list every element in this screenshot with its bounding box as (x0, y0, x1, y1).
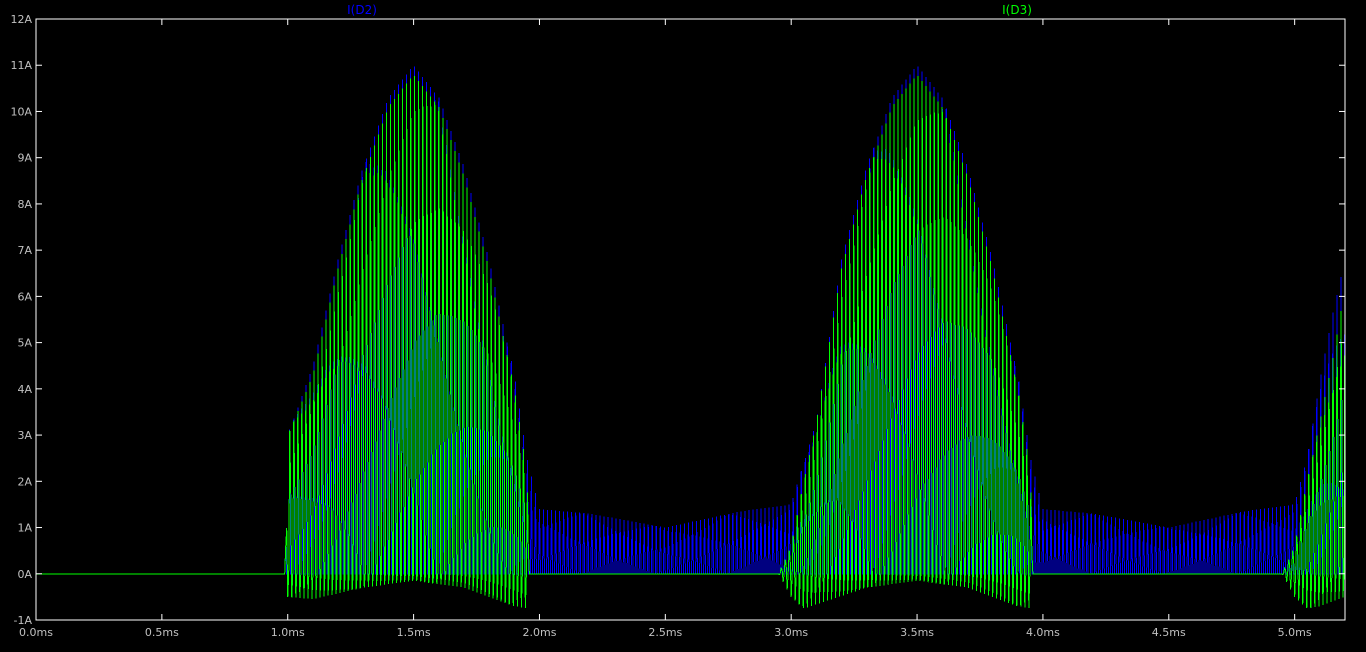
y-tick-label: 7A (17, 244, 32, 257)
y-tick-label: 0A (17, 568, 32, 581)
y-tick-label: 8A (17, 198, 32, 211)
y-tick-label: 2A (17, 475, 32, 488)
y-tick-label: 12A (10, 13, 32, 26)
x-tick-label: 5.0ms (1278, 626, 1312, 639)
y-tick-label: 3A (17, 429, 32, 442)
y-tick-label: 6A (17, 290, 32, 303)
x-tick-label: 4.5ms (1152, 626, 1186, 639)
x-tick-label: 2.0ms (522, 626, 556, 639)
waveform-plot: -1A 0A 1A 2A 3A 4A 5A 6A 7A 8A 9A 10A 11A 12A 0.0ms 0.5… (0, 0, 1366, 648)
x-tick-label: 3.0ms (774, 626, 808, 639)
x-tick-label: 4.0ms (1026, 626, 1060, 639)
x-tick-label: 0.0ms (19, 626, 53, 639)
y-tick-label: 4A (17, 383, 32, 396)
chart-svg: -1A0A1A2A3A4A5A6A7A8A9A10A11A12A0.0ms 0.5… (0, 0, 1366, 648)
x-tick-label: 1.0ms (271, 626, 305, 639)
y-tick-label: 10A (10, 105, 32, 118)
y-tick-label: 11A (10, 59, 32, 72)
x-tick-label: 0.5ms (145, 626, 179, 639)
y-tick-label: 5A (17, 337, 32, 350)
y-tick-label: 9A (17, 152, 32, 165)
legend-entry: I(D2) (347, 3, 377, 17)
x-tick-label: 2.5ms (648, 626, 682, 639)
y-tick-label: 1A (17, 522, 32, 535)
x-tick-label: 3.5ms (900, 626, 934, 639)
legend-entry: I(D3) (1002, 3, 1032, 17)
plot-background (0, 0, 1366, 648)
x-tick-label: 1.5ms (397, 626, 431, 639)
